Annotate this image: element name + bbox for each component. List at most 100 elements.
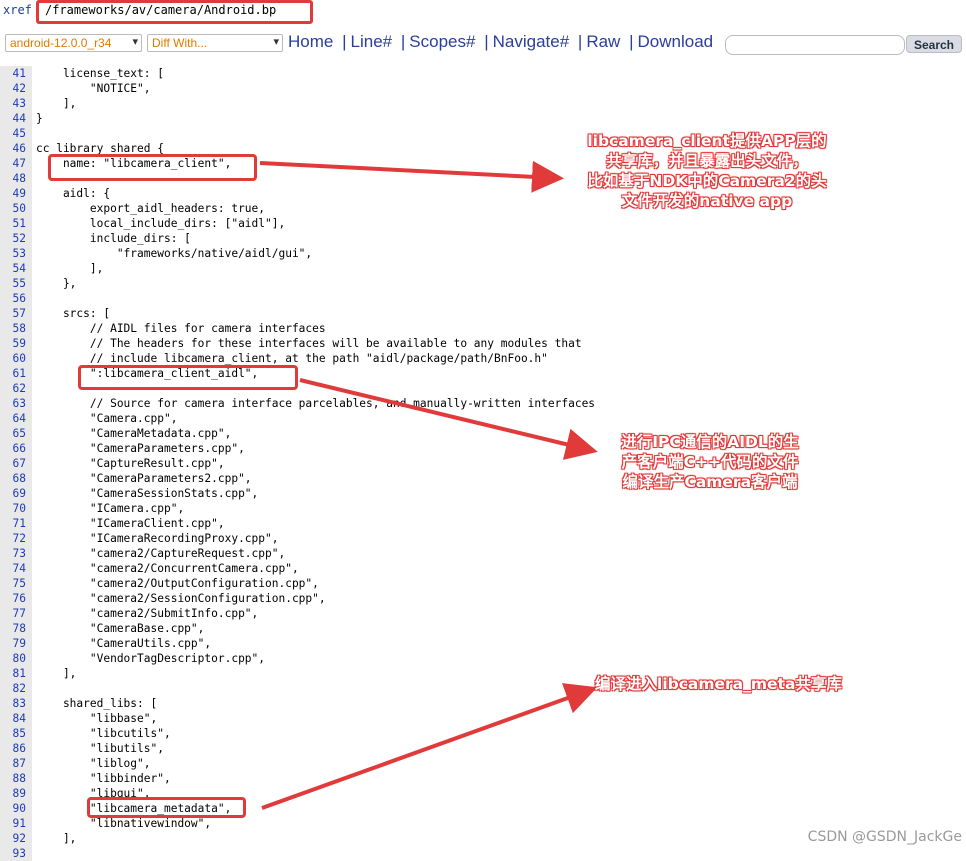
line-number[interactable]: 54 xyxy=(0,261,26,276)
line-number[interactable]: 71 xyxy=(0,516,26,531)
line-number[interactable]: 74 xyxy=(0,561,26,576)
line-number[interactable]: 65 xyxy=(0,426,26,441)
code-line: 77 "camera2/SubmitInfo.cpp", xyxy=(0,606,966,621)
line-number[interactable]: 59 xyxy=(0,336,26,351)
line-number[interactable]: 77 xyxy=(0,606,26,621)
line-number[interactable]: 45 xyxy=(0,126,26,141)
line-number[interactable]: 78 xyxy=(0,621,26,636)
line-number[interactable]: 93 xyxy=(0,846,26,861)
version-select-value: android-12.0.0_r34 xyxy=(10,36,112,50)
line-number[interactable]: 69 xyxy=(0,486,26,501)
line-number[interactable]: 58 xyxy=(0,321,26,336)
code-line: 93 xyxy=(0,846,966,861)
path-highlight-box xyxy=(36,0,313,24)
nav-link-download[interactable]: Download xyxy=(638,32,714,51)
annotation-line: 文件开发的native app xyxy=(621,192,793,210)
line-number[interactable]: 92 xyxy=(0,831,26,846)
line-number[interactable]: 67 xyxy=(0,456,26,471)
diff-select[interactable]: Diff With... ▾ xyxy=(147,34,283,52)
line-text: include_dirs: [ xyxy=(36,232,191,245)
line-number[interactable]: 50 xyxy=(0,201,26,216)
line-text: "CameraBase.cpp", xyxy=(36,622,205,635)
code-line: 41 license_text: [ xyxy=(0,66,966,81)
line-text: // The headers for these interfaces will… xyxy=(36,337,582,350)
line-number[interactable]: 60 xyxy=(0,351,26,366)
line-text: } xyxy=(36,112,43,125)
nav-link-raw[interactable]: Raw xyxy=(586,32,620,51)
line-number[interactable]: 72 xyxy=(0,531,26,546)
code-line: 83 shared_libs: [ xyxy=(0,696,966,711)
search-input[interactable] xyxy=(725,35,905,55)
code-line: 80 "VendorTagDescriptor.cpp", xyxy=(0,651,966,666)
line-number[interactable]: 47 xyxy=(0,156,26,171)
line-number[interactable]: 64 xyxy=(0,411,26,426)
code-line: 52 include_dirs: [ xyxy=(0,231,966,246)
code-line: 70 "ICamera.cpp", xyxy=(0,501,966,516)
line-number[interactable]: 79 xyxy=(0,636,26,651)
annotation-line: 共享库，并且暴露出头文件， xyxy=(606,152,808,170)
code-line: 63 // Source for camera interface parcel… xyxy=(0,396,966,411)
line-number[interactable]: 87 xyxy=(0,756,26,771)
line-number[interactable]: 57 xyxy=(0,306,26,321)
line-number[interactable]: 68 xyxy=(0,471,26,486)
line-text: // Source for camera interface parcelabl… xyxy=(36,397,596,410)
nav-separator: | xyxy=(629,32,634,51)
annotation-note-1: libcamera_client提供APP层的 共享库，并且暴露出头文件， 比如… xyxy=(562,131,852,211)
line-number[interactable]: 66 xyxy=(0,441,26,456)
line-number[interactable]: 75 xyxy=(0,576,26,591)
line-number[interactable]: 82 xyxy=(0,681,26,696)
code-line: 53 "frameworks/native/aidl/gui", xyxy=(0,246,966,261)
line-number[interactable]: 83 xyxy=(0,696,26,711)
line-number[interactable]: 86 xyxy=(0,741,26,756)
line-number[interactable]: 56 xyxy=(0,291,26,306)
line-number[interactable]: 43 xyxy=(0,96,26,111)
line-number[interactable]: 88 xyxy=(0,771,26,786)
line-text: "CameraUtils.cpp", xyxy=(36,637,212,650)
diff-select-value: Diff With... xyxy=(152,36,208,50)
line-number[interactable]: 61 xyxy=(0,366,26,381)
line-number[interactable]: 84 xyxy=(0,711,26,726)
line-number[interactable]: 90 xyxy=(0,801,26,816)
nav-link-navigate[interactable]: Navigate# xyxy=(493,32,570,51)
watermark: CSDN @GSDN_JackGe xyxy=(807,829,962,845)
nav-separator: | xyxy=(484,32,489,51)
line-text: "ICameraRecordingProxy.cpp", xyxy=(36,532,279,545)
nav-bar: android-12.0.0_r34 ▾ Diff With... ▾ Home… xyxy=(0,29,966,57)
line-number[interactable]: 73 xyxy=(0,546,26,561)
line-number[interactable]: 91 xyxy=(0,816,26,831)
line-number[interactable]: 63 xyxy=(0,396,26,411)
line-number[interactable]: 41 xyxy=(0,66,26,81)
line-number[interactable]: 53 xyxy=(0,246,26,261)
highlight-box-aidl xyxy=(78,365,298,390)
line-number[interactable]: 80 xyxy=(0,651,26,666)
line-number[interactable]: 76 xyxy=(0,591,26,606)
code-line: 74 "camera2/ConcurrentCamera.cpp", xyxy=(0,561,966,576)
line-text: export_aidl_headers: true, xyxy=(36,202,266,215)
code-line: 72 "ICameraRecordingProxy.cpp", xyxy=(0,531,966,546)
version-select[interactable]: android-12.0.0_r34 ▾ xyxy=(5,34,142,52)
line-number[interactable]: 70 xyxy=(0,501,26,516)
line-text: license_text: [ xyxy=(36,67,164,80)
line-text: ], xyxy=(36,262,104,275)
line-number[interactable]: 48 xyxy=(0,171,26,186)
line-text: "CameraMetadata.cpp", xyxy=(36,427,232,440)
nav-separator: | xyxy=(400,32,406,51)
line-number[interactable]: 44 xyxy=(0,111,26,126)
nav-link-line[interactable]: Line# xyxy=(351,32,393,51)
line-number[interactable]: 55 xyxy=(0,276,26,291)
line-number[interactable]: 52 xyxy=(0,231,26,246)
line-number[interactable]: 51 xyxy=(0,216,26,231)
line-number[interactable]: 42 xyxy=(0,81,26,96)
search-button[interactable]: Search xyxy=(906,35,962,53)
line-number[interactable]: 49 xyxy=(0,186,26,201)
nav-link-scopes[interactable]: Scopes# xyxy=(409,32,475,51)
line-number[interactable]: 46 xyxy=(0,141,26,156)
line-text: "Camera.cpp", xyxy=(36,412,178,425)
line-text: "libbinder", xyxy=(36,772,171,785)
code-line: 51 local_include_dirs: ["aidl"], xyxy=(0,216,966,231)
line-number[interactable]: 62 xyxy=(0,381,26,396)
line-number[interactable]: 89 xyxy=(0,786,26,801)
line-number[interactable]: 81 xyxy=(0,666,26,681)
line-number[interactable]: 85 xyxy=(0,726,26,741)
nav-link-home[interactable]: Home xyxy=(288,32,333,51)
